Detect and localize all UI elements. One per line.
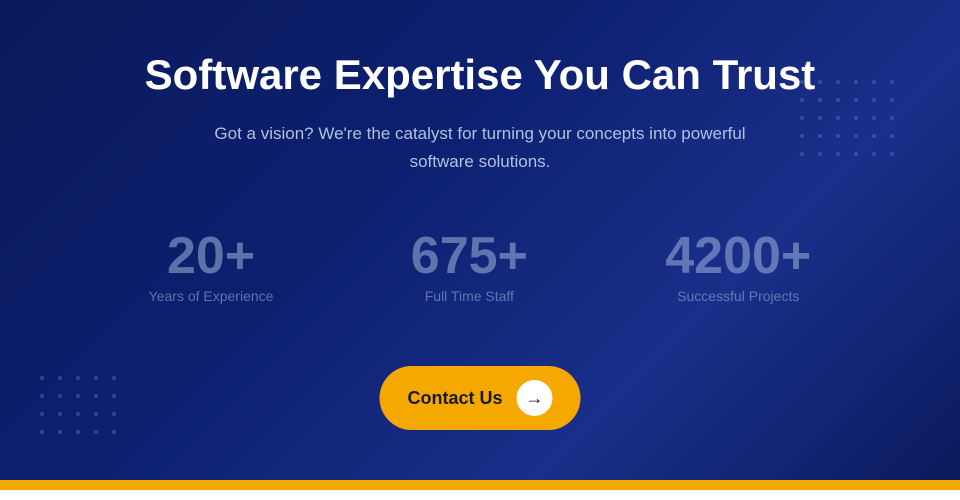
stat-experience-number: 20+ (167, 230, 255, 282)
stat-projects-label: Successful Projects (677, 288, 799, 304)
arrow-icon: → (517, 380, 553, 416)
stats-section: 20+ Years of Experience 675+ Full Time S… (0, 230, 960, 304)
dots-bottom-left (40, 376, 122, 440)
stat-projects-number: 4200+ (665, 230, 811, 282)
stat-staff-label: Full Time Staff (425, 288, 514, 304)
stat-projects: 4200+ Successful Projects (665, 230, 811, 304)
hero-section: Software Expertise You Can Trust Got a v… (0, 0, 960, 490)
stat-experience: 20+ Years of Experience (149, 230, 274, 304)
stat-staff-number: 675+ (411, 230, 528, 282)
bottom-bar (0, 480, 960, 490)
contact-us-button[interactable]: Contact Us → (379, 366, 580, 430)
contact-us-label: Contact Us (407, 388, 502, 409)
page-title: Software Expertise You Can Trust (145, 50, 816, 100)
page-subtitle: Got a vision? We're the catalyst for tur… (200, 120, 760, 174)
stat-experience-label: Years of Experience (149, 288, 274, 304)
stat-staff: 675+ Full Time Staff (411, 230, 528, 304)
